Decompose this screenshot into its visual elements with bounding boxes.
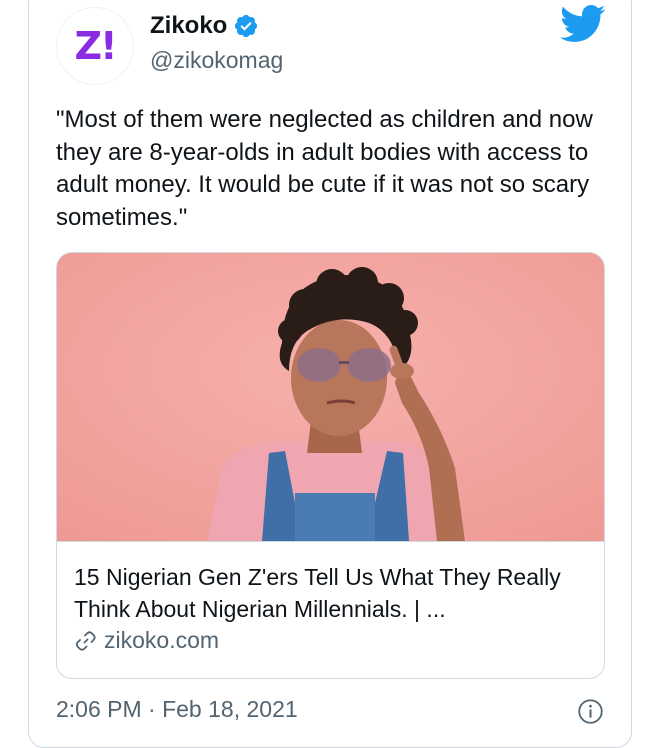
verified-badge-icon <box>235 14 258 38</box>
link-preview-title[interactable]: 15 Nigerian Gen Z'ers Tell Us What They … <box>74 561 589 625</box>
link-preview-domain[interactable]: zikoko.com <box>104 627 219 654</box>
author-name-row[interactable]: Zikoko <box>150 12 259 40</box>
link-preview-card[interactable]: 15 Nigerian Gen Z'ers Tell Us What They … <box>56 252 605 679</box>
tweet-timestamp[interactable]: 2:06 PM · Feb 18, 2021 <box>56 696 298 723</box>
tweet-text: "Most of them were neglected as children… <box>56 106 600 231</box>
photo-woman-thinking <box>57 253 604 541</box>
twitter-bird-icon[interactable] <box>560 4 606 44</box>
info-icon[interactable] <box>577 698 604 725</box>
avatar[interactable]: Z! <box>56 7 134 85</box>
link-icon <box>75 630 96 651</box>
link-preview-image[interactable] <box>57 253 604 542</box>
author-name[interactable]: Zikoko <box>150 12 227 40</box>
zikoko-logo: Z! <box>74 24 118 68</box>
author-handle[interactable]: @zikokomag <box>150 47 283 74</box>
link-preview-domain-row[interactable]: zikoko.com <box>74 627 219 654</box>
